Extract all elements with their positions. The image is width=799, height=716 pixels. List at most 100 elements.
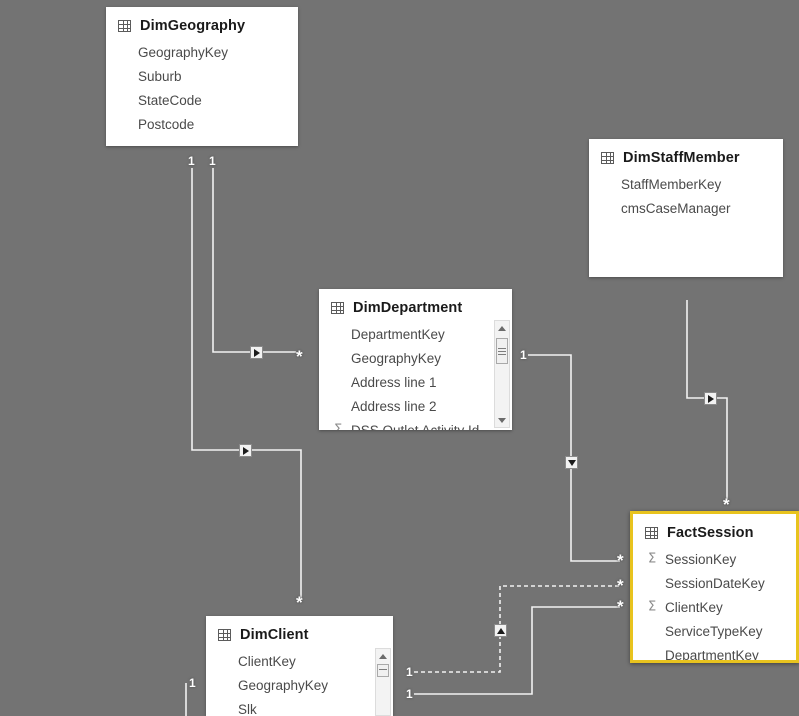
field-label: StateCode	[138, 92, 202, 108]
triangle-down-icon	[567, 459, 576, 466]
cardinality-many-factsession-client-inactive: *	[617, 576, 624, 595]
field-row[interactable]: ServiceTypeKey	[633, 619, 796, 643]
scrollbar-dimclient[interactable]	[375, 648, 391, 716]
cross-filter-arrow-client-factsession-inactive[interactable]	[494, 624, 507, 637]
scrollbar-thumb[interactable]	[496, 338, 508, 364]
field-row[interactable]: cmsCaseManager	[589, 196, 783, 220]
cross-filter-arrow-staffmember-factsession[interactable]	[704, 392, 717, 405]
triangle-right-icon	[253, 348, 260, 357]
scroll-up-button[interactable]	[376, 649, 390, 663]
field-label: GeographyKey	[238, 677, 329, 693]
field-row[interactable]: Σ DSS Outlet Activity Id	[319, 418, 512, 431]
field-label: Postcode	[138, 116, 195, 132]
field-label: GeographyKey	[138, 44, 229, 60]
cross-filter-arrow-department-factsession[interactable]	[565, 456, 578, 469]
table-fields-dimstaffmember: StaffMemberKey cmsCaseManager	[589, 172, 783, 220]
field-label: DepartmentKey	[665, 647, 759, 663]
chevron-up-icon	[498, 325, 506, 331]
grip-lines-icon	[379, 669, 387, 672]
cardinality-many-factsession-staff: *	[723, 495, 730, 514]
field-row[interactable]: Σ SessionKey	[633, 547, 796, 571]
table-fields-dimgeography: GeographyKey Suburb StateCode Postcode	[106, 40, 298, 136]
cardinality-one-client-active: 1	[406, 687, 413, 701]
cardinality-one-client-inactive: 1	[406, 665, 413, 679]
table-card-factsession[interactable]: FactSession Σ SessionKey SessionDateKey …	[630, 511, 799, 663]
table-header-dimgeography[interactable]: DimGeography	[106, 7, 298, 40]
grip-lines-icon	[498, 347, 506, 355]
scrollbar-dimdepartment[interactable]	[494, 320, 510, 428]
field-row[interactable]: StaffMemberKey	[589, 172, 783, 196]
field-row[interactable]: DepartmentKey	[633, 643, 796, 663]
field-label: DepartmentKey	[351, 326, 445, 342]
cross-filter-arrow-geography-client[interactable]	[239, 444, 252, 457]
cardinality-many-client-geography: *	[296, 593, 303, 612]
field-row[interactable]: Suburb	[106, 64, 298, 88]
relationship-line-geography-client[interactable]	[191, 168, 302, 598]
field-label: DSS Outlet Activity Id	[351, 422, 480, 431]
table-fields-factsession: Σ SessionKey SessionDateKey Σ ClientKey …	[633, 547, 796, 663]
relationship-line-geography-department[interactable]	[212, 168, 296, 353]
table-title: FactSession	[667, 525, 754, 541]
field-label: Address line 2	[351, 398, 437, 414]
table-card-dimclient[interactable]: DimClient ClientKey GeographyKey Slk	[206, 616, 393, 716]
field-row[interactable]: Address line 1	[319, 370, 512, 394]
field-label: SessionKey	[665, 551, 737, 567]
cardinality-one-geography-client: 1	[188, 154, 195, 168]
table-grid-icon	[645, 527, 658, 539]
table-card-dimgeography[interactable]: DimGeography GeographyKey Suburb StateCo…	[106, 7, 298, 146]
table-title: DimGeography	[140, 18, 246, 34]
field-label: cmsCaseManager	[621, 200, 731, 216]
relationship-line-client-factsession-active[interactable]	[414, 606, 620, 695]
triangle-right-icon	[242, 446, 249, 455]
cardinality-one-department: 1	[520, 348, 527, 362]
scrollbar-thumb[interactable]	[377, 664, 389, 677]
table-card-dimdepartment[interactable]: DimDepartment DepartmentKey GeographyKey…	[319, 289, 512, 430]
table-card-dimstaffmember[interactable]: DimStaffMember StaffMemberKey cmsCaseMan…	[589, 139, 783, 277]
relationship-line-client-factsession-inactive[interactable]	[414, 585, 620, 673]
table-title: DimDepartment	[353, 300, 463, 316]
table-title: DimStaffMember	[623, 150, 740, 166]
chevron-up-icon	[379, 653, 387, 659]
field-row[interactable]: GeographyKey	[106, 40, 298, 64]
field-row[interactable]: SessionDateKey	[633, 571, 796, 595]
field-row[interactable]: Slk	[206, 697, 393, 716]
cross-filter-arrow-geography-department[interactable]	[250, 346, 263, 359]
field-label: Suburb	[138, 68, 182, 84]
field-label: Slk	[238, 701, 257, 716]
field-row[interactable]: StateCode	[106, 88, 298, 112]
table-header-dimstaffmember[interactable]: DimStaffMember	[589, 139, 783, 172]
table-grid-icon	[331, 302, 344, 314]
scroll-up-button[interactable]	[495, 321, 509, 335]
field-label: ClientKey	[665, 599, 723, 615]
sigma-aggregate-icon: Σ	[648, 599, 657, 615]
sigma-aggregate-icon: Σ	[334, 422, 343, 431]
cardinality-many-factsession-client-active: *	[617, 597, 624, 616]
model-diagram-canvas[interactable]: 1 1 * * 1 * 1 * 1 * 1 * 1 DimGeography G…	[0, 0, 799, 716]
field-row[interactable]: ClientKey	[206, 649, 393, 673]
table-fields-dimdepartment: DepartmentKey GeographyKey Address line …	[319, 322, 512, 431]
table-grid-icon	[118, 20, 131, 32]
table-header-dimdepartment[interactable]: DimDepartment	[319, 289, 512, 322]
table-header-dimclient[interactable]: DimClient	[206, 616, 393, 649]
field-row[interactable]: DepartmentKey	[319, 322, 512, 346]
cardinality-many-department: *	[296, 347, 303, 366]
table-title: DimClient	[240, 627, 309, 643]
triangle-right-icon	[707, 394, 714, 403]
sigma-aggregate-icon: Σ	[648, 551, 657, 567]
field-label: Address line 1	[351, 374, 437, 390]
field-row[interactable]: Address line 2	[319, 394, 512, 418]
field-row[interactable]: GeographyKey	[319, 346, 512, 370]
field-label: ServiceTypeKey	[665, 623, 763, 639]
table-fields-dimclient: ClientKey GeographyKey Slk	[206, 649, 393, 716]
field-row[interactable]: GeographyKey	[206, 673, 393, 697]
field-label: SessionDateKey	[665, 575, 765, 591]
scroll-down-button[interactable]	[495, 413, 509, 427]
cardinality-one-geography-department: 1	[209, 154, 216, 168]
field-row[interactable]: Postcode	[106, 112, 298, 136]
table-header-factsession[interactable]: FactSession	[633, 514, 796, 547]
field-row[interactable]: Σ ClientKey	[633, 595, 796, 619]
field-label: StaffMemberKey	[621, 176, 722, 192]
table-grid-icon	[218, 629, 231, 641]
cardinality-many-factsession-dept: *	[617, 551, 624, 570]
field-label: ClientKey	[238, 653, 296, 669]
